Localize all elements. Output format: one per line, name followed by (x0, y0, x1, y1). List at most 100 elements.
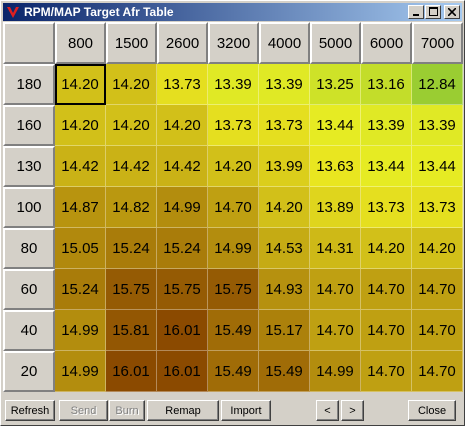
afr-cell[interactable]: 16.01 (157, 351, 208, 392)
afr-cell[interactable]: 14.70 (361, 269, 412, 310)
rpm-header[interactable]: 4000 (259, 22, 310, 64)
afr-cell[interactable]: 14.70 (412, 351, 463, 392)
afr-cell[interactable]: 12.84 (412, 64, 463, 105)
afr-cell[interactable]: 13.73 (208, 105, 259, 146)
afr-cell[interactable]: 14.99 (310, 351, 361, 392)
rpm-header[interactable]: 5000 (310, 22, 361, 64)
afr-cell[interactable]: 13.44 (412, 146, 463, 187)
afr-cell[interactable]: 15.24 (157, 228, 208, 269)
afr-cell[interactable]: 13.63 (310, 146, 361, 187)
map-header[interactable]: 20 (3, 351, 55, 392)
afr-cell[interactable]: 15.81 (106, 310, 157, 351)
map-header[interactable]: 60 (3, 269, 55, 310)
afr-cell[interactable]: 14.70 (412, 310, 463, 351)
title-bar[interactable]: RPM/MAP Target Afr Table (3, 3, 462, 21)
afr-cell[interactable]: 14.99 (55, 351, 106, 392)
afr-cell[interactable]: 14.70 (361, 351, 412, 392)
afr-cell[interactable]: 14.20 (208, 146, 259, 187)
burn-button[interactable]: Burn (109, 400, 145, 421)
map-header[interactable]: 160 (3, 105, 55, 146)
maximize-icon (428, 3, 438, 21)
rpm-header[interactable]: 7000 (412, 22, 463, 64)
afr-cell[interactable]: 13.44 (310, 105, 361, 146)
afr-cell[interactable]: 13.39 (361, 105, 412, 146)
map-header[interactable]: 100 (3, 187, 55, 228)
afr-cell[interactable]: 15.17 (259, 310, 310, 351)
afr-cell[interactable]: 14.70 (310, 269, 361, 310)
maximize-button[interactable] (425, 5, 441, 19)
rpm-header[interactable]: 6000 (361, 22, 412, 64)
minimize-button[interactable] (408, 5, 424, 19)
afr-cell[interactable]: 14.70 (208, 187, 259, 228)
afr-cell[interactable]: 16.01 (157, 310, 208, 351)
afr-cell[interactable]: 14.70 (310, 310, 361, 351)
afr-cell[interactable]: 15.75 (208, 269, 259, 310)
close-button[interactable]: Close (408, 400, 456, 421)
map-header[interactable]: 180 (3, 64, 55, 105)
window-title: RPM/MAP Target Afr Table (24, 5, 174, 19)
afr-cell[interactable]: 14.31 (310, 228, 361, 269)
afr-cell[interactable]: 15.75 (106, 269, 157, 310)
afr-cell[interactable]: 13.16 (361, 64, 412, 105)
afr-cell[interactable]: 14.99 (157, 187, 208, 228)
button-bar: Refresh Send Burn Remap Import < > Close (3, 400, 464, 422)
afr-cell[interactable]: 13.39 (412, 105, 463, 146)
refresh-button[interactable]: Refresh (5, 400, 55, 421)
remap-button[interactable]: Remap (147, 400, 219, 421)
afr-cell[interactable]: 13.73 (259, 105, 310, 146)
afr-cell[interactable]: 14.20 (106, 64, 157, 105)
afr-cell[interactable]: 14.87 (55, 187, 106, 228)
afr-cell[interactable]: 15.49 (208, 351, 259, 392)
afr-cell[interactable]: 14.20 (259, 187, 310, 228)
afr-cell[interactable]: 15.49 (208, 310, 259, 351)
afr-cell[interactable]: 14.93 (259, 269, 310, 310)
afr-cell[interactable]: 14.99 (55, 310, 106, 351)
afr-table-grid: 800 1500 2600 3200 4000 5000 6000 7000 180 14.20 1… (3, 22, 464, 398)
afr-cell[interactable]: 16.01 (106, 351, 157, 392)
afr-cell[interactable]: 15.24 (55, 269, 106, 310)
rpm-header[interactable]: 800 (55, 22, 106, 64)
rpm-header[interactable]: 3200 (208, 22, 259, 64)
afr-cell[interactable]: 14.99 (208, 228, 259, 269)
afr-cell[interactable]: 14.42 (55, 146, 106, 187)
rpm-header[interactable]: 1500 (106, 22, 157, 64)
send-button[interactable]: Send (59, 400, 108, 421)
next-button[interactable]: > (341, 400, 364, 421)
afr-cell[interactable]: 15.24 (106, 228, 157, 269)
afr-cell[interactable]: 13.39 (208, 64, 259, 105)
afr-cell[interactable]: 14.20 (106, 105, 157, 146)
afr-cell[interactable]: 13.39 (259, 64, 310, 105)
afr-cell[interactable]: 15.75 (157, 269, 208, 310)
afr-table-window: RPM/MAP Target Afr Table 800 1500 2600 3200… (0, 0, 465, 426)
afr-cell[interactable]: 14.42 (157, 146, 208, 187)
afr-cell[interactable]: 15.05 (55, 228, 106, 269)
map-header[interactable]: 40 (3, 310, 55, 351)
map-header[interactable]: 80 (3, 228, 55, 269)
afr-cell[interactable]: 13.73 (412, 187, 463, 228)
afr-cell[interactable]: 14.70 (412, 269, 463, 310)
afr-cell[interactable]: 13.99 (259, 146, 310, 187)
afr-cell[interactable]: 14.70 (361, 310, 412, 351)
afr-cell[interactable]: 15.49 (259, 351, 310, 392)
afr-cell[interactable]: 14.53 (259, 228, 310, 269)
afr-cell[interactable]: 14.42 (106, 146, 157, 187)
close-icon (447, 3, 457, 21)
close-window-button[interactable] (444, 5, 460, 19)
previous-button[interactable]: < (316, 400, 339, 421)
red-v-logo-icon (5, 4, 21, 20)
rpm-header[interactable]: 2600 (157, 22, 208, 64)
afr-cell[interactable]: 14.82 (106, 187, 157, 228)
map-header[interactable]: 130 (3, 146, 55, 187)
minimize-icon (412, 3, 420, 21)
afr-cell[interactable]: 13.25 (310, 64, 361, 105)
import-button[interactable]: Import (221, 400, 271, 421)
afr-cell[interactable]: 14.20 (412, 228, 463, 269)
afr-cell[interactable]: 14.20 (361, 228, 412, 269)
afr-cell[interactable]: 13.89 (310, 187, 361, 228)
afr-cell[interactable]: 14.20 (157, 105, 208, 146)
afr-cell[interactable]: 14.20 (55, 64, 106, 105)
afr-cell[interactable]: 14.20 (55, 105, 106, 146)
afr-cell[interactable]: 13.73 (157, 64, 208, 105)
afr-cell[interactable]: 13.44 (361, 146, 412, 187)
afr-cell[interactable]: 13.73 (361, 187, 412, 228)
